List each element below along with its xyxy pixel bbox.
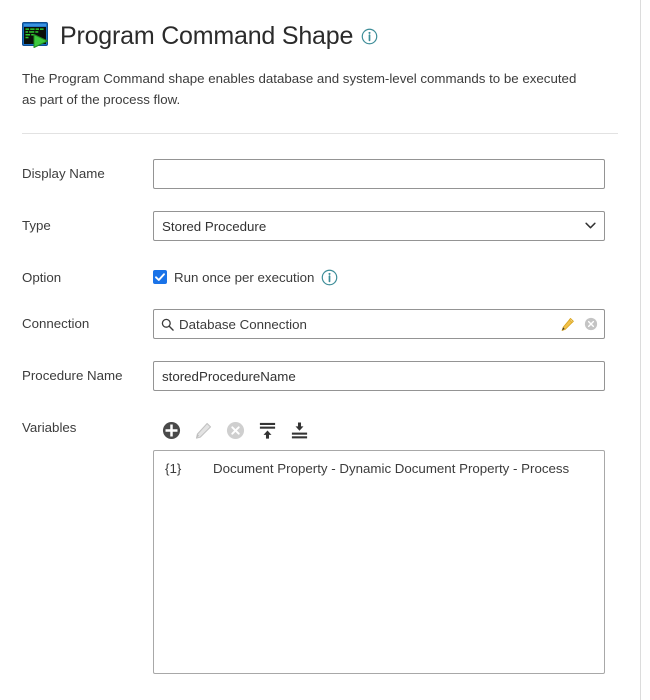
shape-config-panel: Program Command Shape The Program Comman… [0,0,641,700]
connection-field-wrap: Database Connection [153,309,618,339]
variables-field-wrap: {1} Document Property - Dynamic Document… [153,413,618,674]
edit-variable-button [195,422,212,439]
display-name-label: Display Name [22,166,105,181]
option-label: Option [22,270,62,285]
move-to-bottom-button[interactable] [290,421,309,440]
variables-toolbar [153,413,618,441]
move-to-top-button[interactable] [258,421,277,440]
run-once-checkbox[interactable] [153,270,167,284]
variables-row: Variables {1} Document Property - Dynami… [22,413,618,674]
option-row: Option Run once per execution [22,263,618,287]
variable-text: Document Property - Dynamic Document Pro… [213,461,570,476]
procedure-name-label: Procedure Name [22,368,123,383]
option-field-wrap: Run once per execution [153,263,618,287]
add-variable-button[interactable] [162,421,181,440]
procedure-name-input[interactable] [153,361,605,391]
variables-label: Variables [22,420,77,435]
clear-circle-icon[interactable] [584,317,598,331]
connection-label: Connection [22,316,90,331]
search-icon [161,318,174,331]
type-select[interactable]: Stored Procedure [153,211,605,241]
display-name-input[interactable] [153,159,605,189]
type-field-wrap: Stored Procedure [153,211,618,241]
run-once-checkbox-label: Run once per execution [174,269,315,285]
type-row: Type Stored Procedure [22,211,618,241]
panel-header: Program Command Shape The Program Comman… [0,0,640,134]
procedure-name-row: Procedure Name [22,361,618,391]
type-select-wrap: Stored Procedure [153,211,605,241]
display-name-field-wrap [153,159,618,189]
variable-key: {1} [165,461,182,476]
panel-description: The Program Command shape enables databa… [22,71,577,107]
connection-value: Database Connection [179,316,307,332]
procedure-name-field-wrap [153,361,618,391]
connection-picker[interactable]: Database Connection [153,309,605,339]
shape-config-form: Display Name Type Stored Procedure Optio… [0,159,640,674]
info-icon[interactable] [361,28,378,45]
run-once-option: Run once per execution [153,263,618,287]
display-name-row: Display Name [22,159,618,189]
type-label: Type [22,218,51,233]
info-icon[interactable] [321,269,338,286]
page-title: Program Command Shape [60,22,354,50]
check-icon [155,273,165,281]
pencil-icon[interactable] [560,317,575,332]
list-item[interactable]: {1} Document Property - Dynamic Document… [154,459,604,478]
variables-listbox[interactable]: {1} Document Property - Dynamic Document… [153,450,605,674]
header-divider [22,133,618,134]
connection-row: Connection Database Connection [22,309,618,339]
title-row: Program Command Shape [22,18,618,54]
program-command-shape-icon [22,22,48,48]
delete-variable-button [226,421,245,439]
